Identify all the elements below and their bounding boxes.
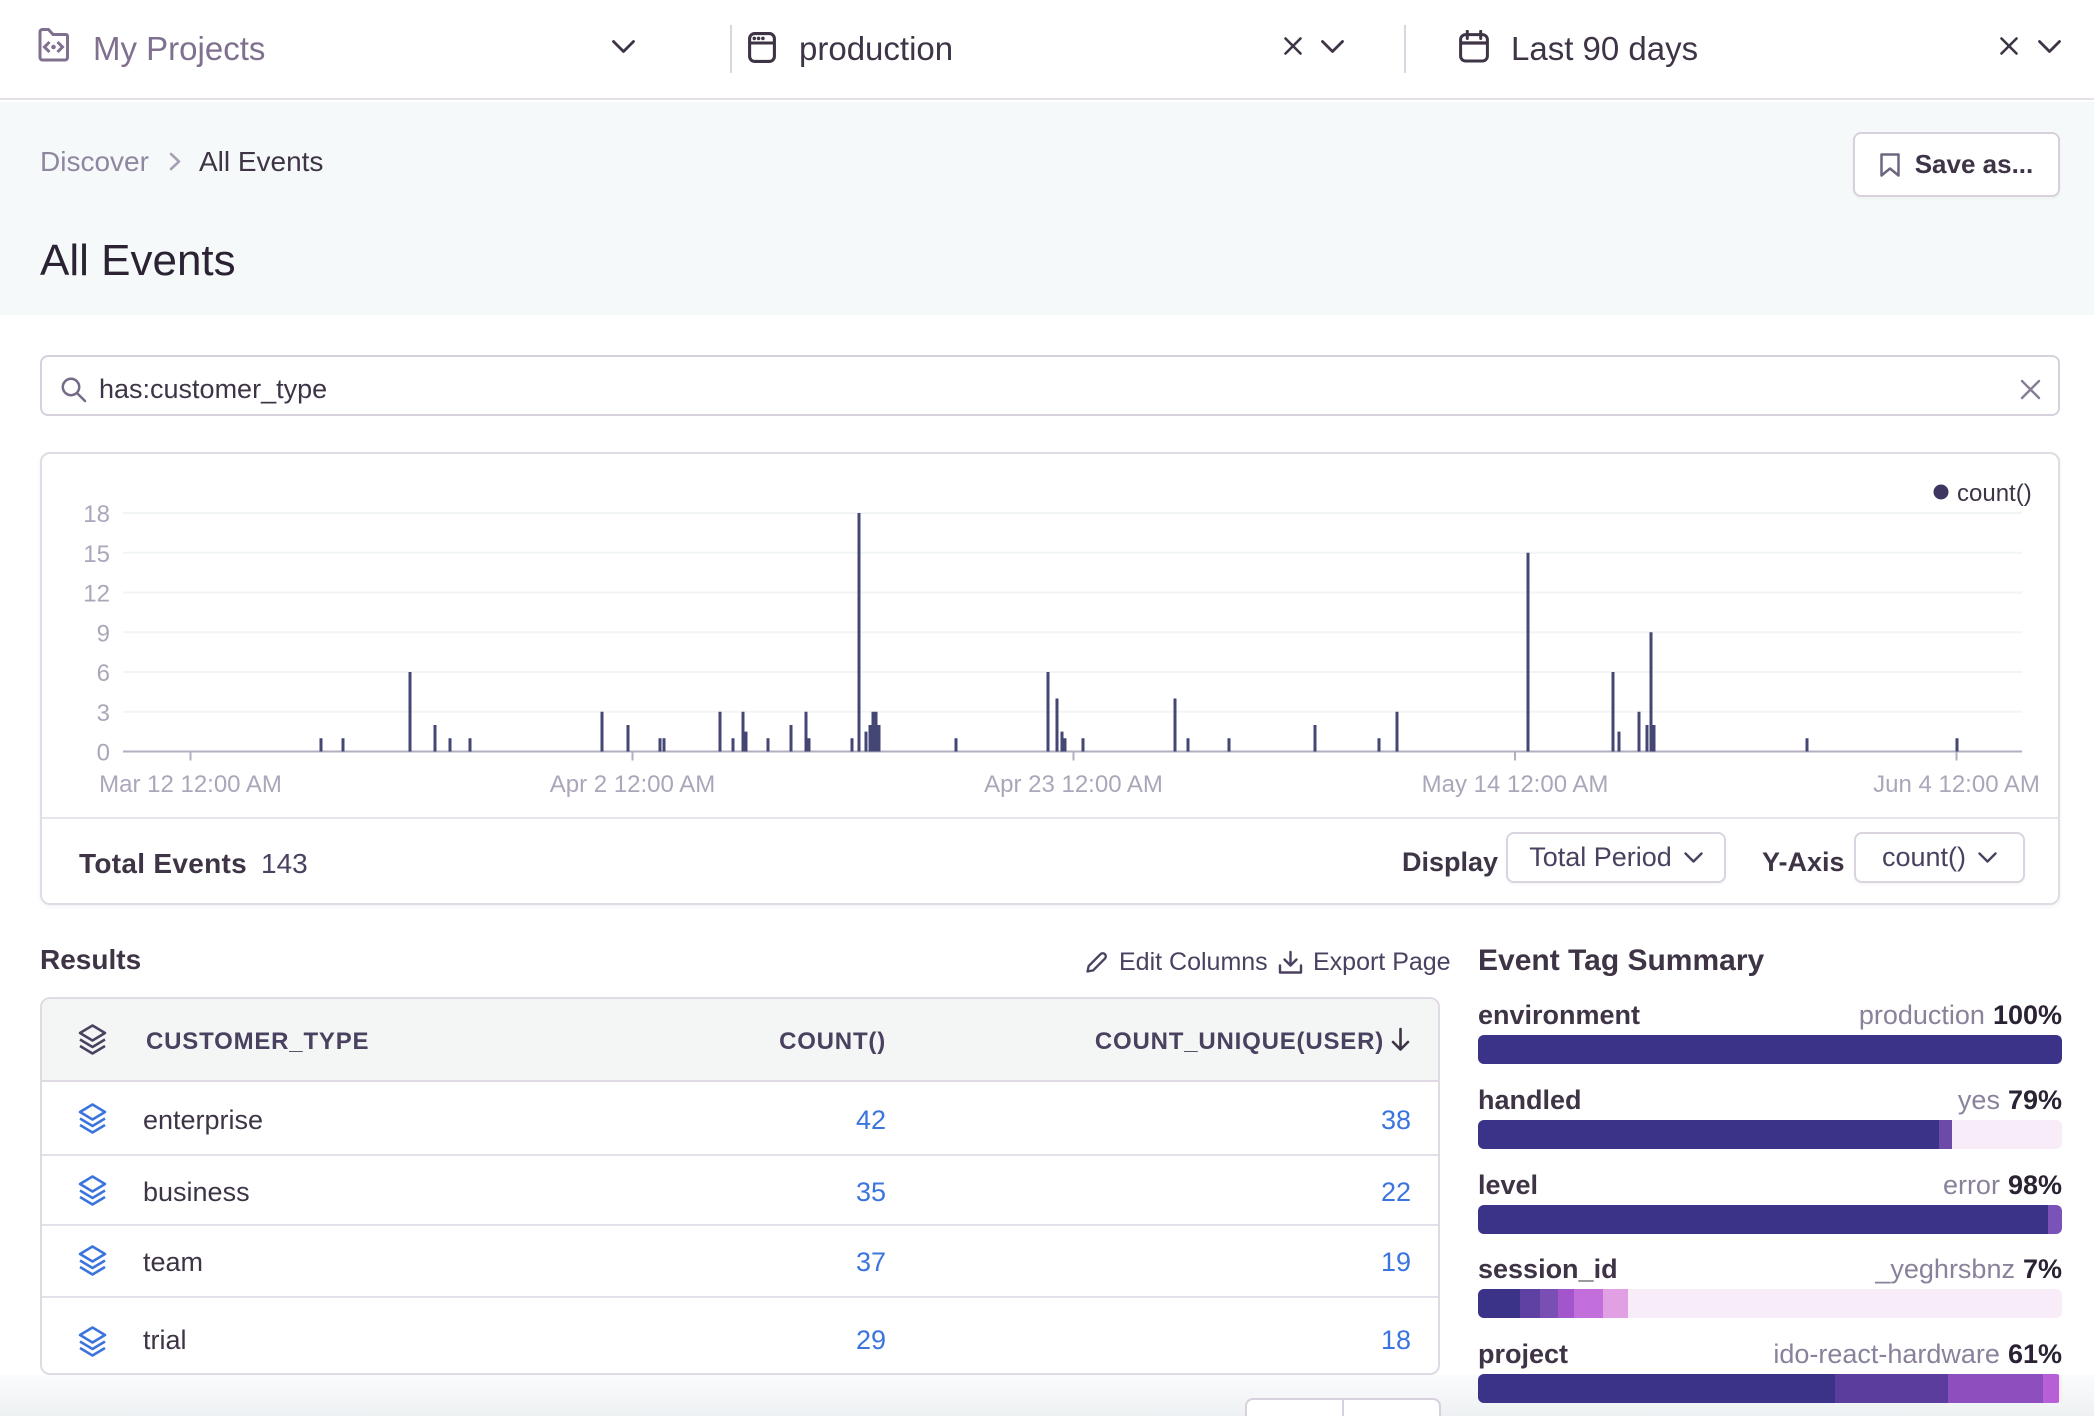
svg-text:0: 0 xyxy=(97,740,110,767)
svg-text:May 14 12:00 AM: May 14 12:00 AM xyxy=(1422,771,1609,798)
svg-text:18: 18 xyxy=(83,501,110,528)
svg-text:Jun 4 12:00 AM: Jun 4 12:00 AM xyxy=(1873,771,2040,798)
svg-text:9: 9 xyxy=(97,620,110,647)
svg-text:Apr 2 12:00 AM: Apr 2 12:00 AM xyxy=(550,771,715,798)
svg-text:count(): count() xyxy=(1957,480,2032,507)
svg-text:Mar 12 12:00 AM: Mar 12 12:00 AM xyxy=(99,771,282,798)
svg-text:Apr 23 12:00 AM: Apr 23 12:00 AM xyxy=(984,771,1163,798)
svg-text:6: 6 xyxy=(97,660,110,687)
svg-text:3: 3 xyxy=(97,700,110,727)
svg-text:15: 15 xyxy=(83,541,110,568)
svg-text:12: 12 xyxy=(83,581,110,608)
